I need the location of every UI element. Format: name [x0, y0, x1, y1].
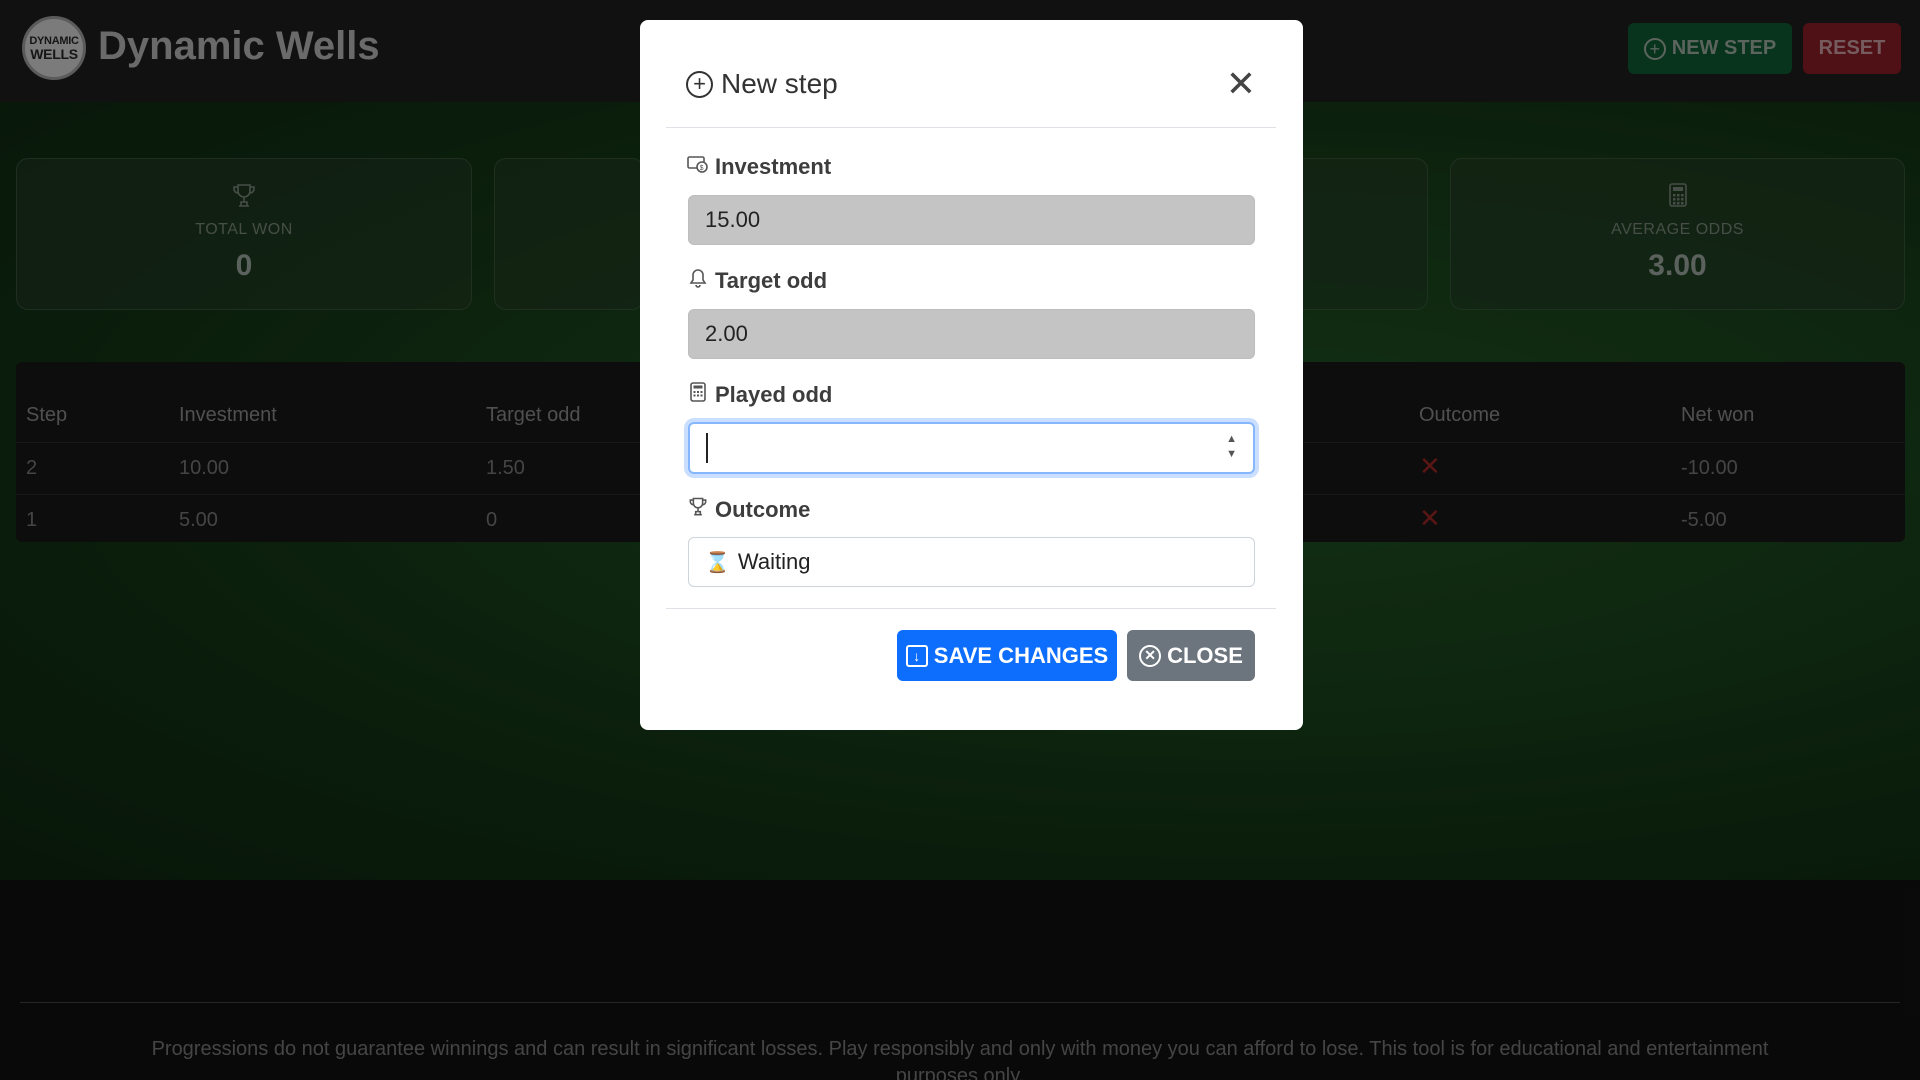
cash-icon: $: [687, 154, 709, 180]
target-odd-value: 2.00: [705, 321, 748, 346]
trophy-icon: [687, 497, 709, 523]
investment-field[interactable]: 15.00: [688, 195, 1255, 245]
target-odd-label-text: Target odd: [715, 268, 828, 293]
target-odd-label: Target odd: [687, 268, 827, 294]
new-step-modal: + New step ✕ $ Investment 15.00 Target o…: [640, 20, 1303, 730]
save-download-icon: ↓: [905, 644, 928, 667]
outcome-label-text: Outcome: [715, 497, 811, 522]
calculator-icon: [687, 382, 709, 408]
save-changes-label: SAVE CHANGES: [933, 642, 1109, 668]
circle-x-icon: ✕: [1139, 644, 1162, 667]
close-button[interactable]: ✕ CLOSE: [1127, 630, 1255, 681]
outcome-select[interactable]: ⌛ Waiting: [688, 537, 1255, 587]
text-caret: [706, 433, 708, 463]
modal-footer: [666, 608, 1276, 609]
modal-title-text: New step: [721, 68, 838, 99]
target-odd-field[interactable]: 2.00: [688, 309, 1255, 359]
played-odd-label-text: Played odd: [715, 382, 833, 407]
plus-circle-icon: +: [686, 70, 713, 98]
modal-header: + New step ✕: [666, 42, 1276, 128]
investment-value: 15.00: [705, 207, 761, 232]
spinner-up-icon[interactable]: ▲: [1226, 434, 1237, 445]
modal-title: + New step: [686, 68, 838, 100]
investment-label: $ Investment: [687, 154, 831, 180]
outcome-value: Waiting: [737, 549, 811, 574]
number-spinner[interactable]: ▲ ▼: [1226, 434, 1237, 460]
investment-label-text: Investment: [715, 154, 832, 179]
svg-text:$: $: [700, 165, 704, 172]
played-odd-input[interactable]: ▲ ▼: [688, 422, 1255, 474]
spinner-down-icon[interactable]: ▼: [1226, 449, 1237, 460]
save-changes-button[interactable]: ↓ SAVE CHANGES: [897, 630, 1117, 681]
close-icon[interactable]: ✕: [1226, 66, 1256, 102]
outcome-label: Outcome: [687, 497, 810, 523]
close-label: CLOSE: [1167, 642, 1243, 668]
bell-icon: [687, 268, 709, 294]
hourglass-icon: ⌛: [705, 551, 730, 574]
played-odd-label: Played odd: [687, 382, 832, 408]
